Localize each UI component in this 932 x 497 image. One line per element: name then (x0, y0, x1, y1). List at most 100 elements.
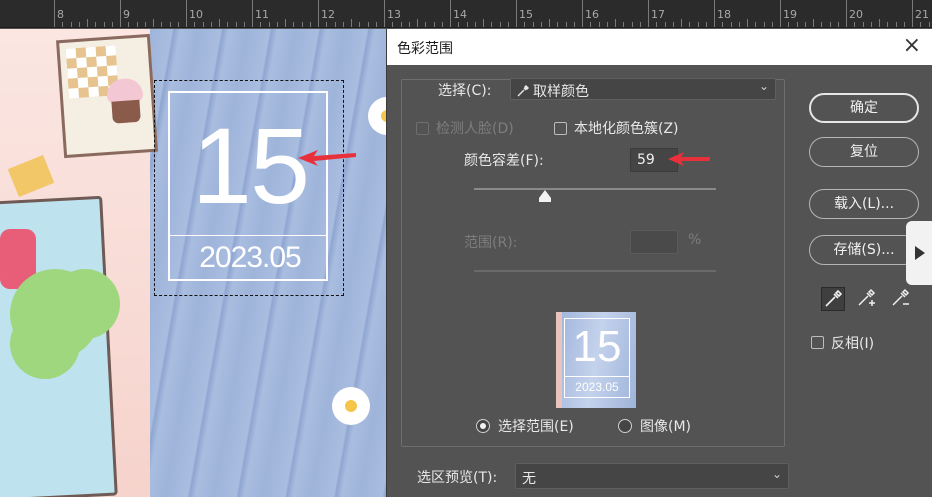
fuzziness-slider-thumb[interactable] (539, 190, 552, 202)
ruler-tick (458, 22, 460, 27)
ruler-tick (648, 0, 649, 27)
ruler-tick (70, 22, 72, 27)
ruler-tick (672, 22, 674, 27)
ruler-tick (128, 22, 130, 27)
invert-checkbox[interactable] (811, 336, 824, 349)
ruler-label: 9 (123, 8, 130, 21)
ruler-tick (252, 0, 253, 27)
ruler-tick (590, 22, 592, 27)
date-frame: 15 2023.05 (168, 91, 328, 281)
ruler-label: 14 (453, 8, 467, 21)
ok-button[interactable]: 确定 (809, 93, 919, 123)
chevron-down-icon: ⌄ (771, 467, 782, 481)
document-canvas[interactable]: 15 2023.05 (0, 29, 386, 497)
ruler-tick (870, 22, 872, 27)
date-text: 2023.05 (199, 241, 301, 274)
load-button[interactable]: 载入(L)... (809, 189, 919, 219)
ruler-tick (623, 22, 625, 27)
cupcake-illustration (104, 77, 147, 126)
ruler-tick (804, 22, 806, 27)
selection-preview-dropdown[interactable]: 无 ⌄ (515, 463, 789, 489)
ruler-tick (697, 22, 699, 27)
detect-faces-checkbox[interactable] (416, 122, 429, 135)
daisy-icon (334, 389, 368, 423)
ruler-tick (582, 0, 583, 27)
ruler-tick (837, 22, 839, 27)
ruler-tick (408, 22, 410, 27)
select-value: 取样颜色 (533, 84, 589, 100)
fuzziness-label: 颜色容差(F): (464, 153, 544, 169)
ruler-tick (186, 0, 187, 27)
ruler-tick (342, 22, 344, 27)
ruler-tick (359, 22, 361, 27)
ruler-tick (771, 22, 773, 27)
ruler-label: 13 (387, 8, 401, 21)
ruler-tick (499, 22, 501, 27)
radio-image-label: 图像(M) (640, 419, 692, 435)
ruler-tick (95, 22, 97, 27)
ruler-tick (928, 22, 930, 27)
ruler-tick (375, 22, 377, 27)
ruler-label: 21 (915, 8, 929, 21)
radio-selection[interactable] (476, 419, 490, 433)
chevron-down-icon: ⌄ (758, 79, 769, 93)
preview-number: 15 (572, 322, 622, 371)
ruler-tick (656, 22, 658, 27)
ruler-tick (450, 0, 451, 27)
ruler-tick (903, 22, 905, 27)
ruler-tick (161, 22, 163, 27)
ruler-tick (153, 19, 154, 27)
ruler-tick (829, 22, 831, 27)
localized-clusters-checkbox[interactable] (554, 122, 567, 135)
horizontal-ruler: 8 9 10 11 12 13 14 15 16 17 18 19 20 21 (0, 0, 932, 28)
ruler-tick (639, 22, 641, 27)
reset-button[interactable]: 复位 (809, 137, 919, 167)
ruler-label: 15 (519, 8, 533, 21)
subtract-eyedropper-icon[interactable] (889, 287, 913, 311)
ruler-label: 20 (849, 8, 863, 21)
ruler-label: 19 (783, 8, 797, 21)
close-icon[interactable]: × (903, 35, 921, 57)
eyedropper-icon (517, 85, 529, 97)
expand-panel-icon[interactable] (906, 221, 932, 285)
range-unit: % (688, 232, 702, 248)
ruler-tick (606, 22, 608, 27)
ruler-tick (681, 19, 682, 27)
select-dropdown[interactable]: 取样颜色 ⌄ (510, 78, 776, 100)
save-button[interactable]: 存储(S)... (809, 235, 919, 265)
ruler-tick (169, 22, 171, 27)
ruler-tick (433, 22, 435, 27)
fuzziness-slider-track[interactable] (474, 188, 716, 190)
ruler-tick (367, 22, 369, 27)
ruler-tick (565, 22, 567, 27)
eyedropper-icon[interactable] (821, 287, 845, 311)
ruler-tick (879, 19, 880, 27)
add-eyedropper-icon[interactable] (855, 287, 879, 311)
ruler-label: 10 (189, 8, 203, 21)
ruler-tick (788, 22, 790, 27)
ruler-tick (260, 22, 262, 27)
green-flower-illustration (10, 269, 100, 359)
ruler-tick (730, 22, 732, 27)
radio-image[interactable] (618, 419, 632, 433)
frame-divider (170, 235, 326, 236)
ruler-tick (631, 22, 633, 27)
ruler-tick (912, 0, 913, 27)
ruler-tick (796, 22, 798, 27)
ruler-tick (293, 22, 295, 27)
ruler-tick (474, 22, 476, 27)
range-input (630, 230, 678, 254)
ruler-tick (862, 22, 864, 27)
ruler-tick (738, 22, 740, 27)
ruler-tick (243, 22, 245, 27)
invert-label: 反相(I) (831, 336, 875, 352)
ruler-tick (227, 22, 229, 27)
ruler-tick (483, 19, 484, 27)
ruler-tick (920, 22, 922, 27)
ruler-tick (334, 22, 336, 27)
ruler-tick (144, 22, 146, 27)
radio-selection-label: 选择范围(E) (498, 419, 574, 435)
preview-date: 2023.05 (575, 380, 619, 394)
localized-clusters-label: 本地化颜色簇(Z) (574, 121, 679, 137)
ruler-tick (318, 0, 319, 27)
